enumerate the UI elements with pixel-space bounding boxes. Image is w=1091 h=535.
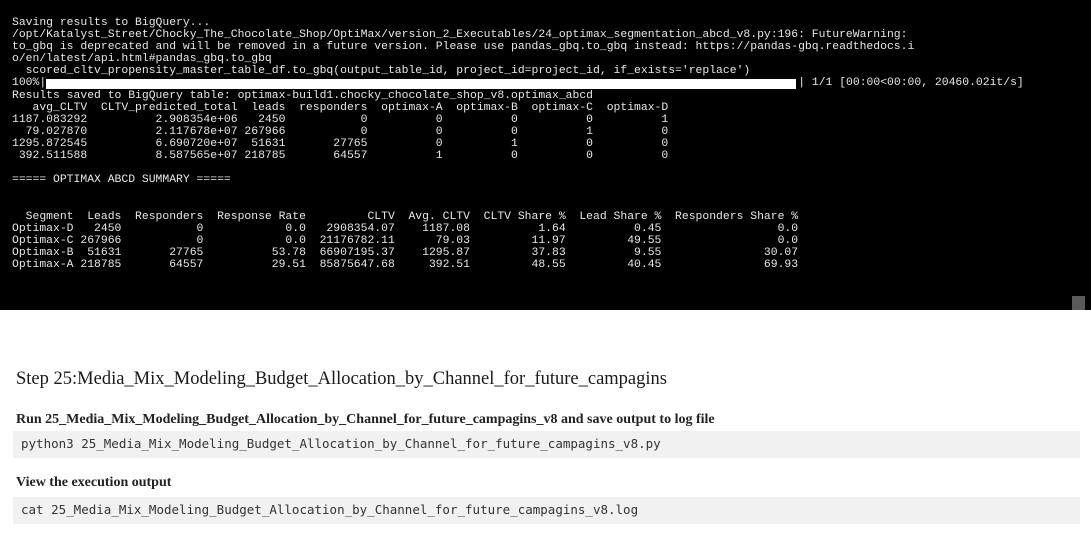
summary-row: Optimax-C 267966 0 0.0 21176782.11 79.03… [12, 234, 799, 247]
view-output-label: View the execution output [16, 475, 172, 490]
table-row: 1295.872545 6.690720e+07 51631 27765 0 1… [12, 137, 669, 150]
scrollbar-thumb[interactable] [1072, 296, 1085, 310]
run-instruction-label: Run 25_Media_Mix_Modeling_Budget_Allocat… [16, 412, 715, 427]
step-heading: Step 25:Media_Mix_Modeling_Budget_Alloca… [16, 369, 667, 389]
summary-row: Optimax-D 2450 0 0.0 2908354.07 1187.08 … [12, 222, 799, 235]
view-command-code[interactable]: cat 25_Media_Mix_Modeling_Budget_Allocat… [13, 497, 1080, 524]
terminal-line: Results saved to BigQuery table: optimax… [12, 89, 594, 102]
summary-title: ===== OPTIMAX ABCD SUMMARY ===== [12, 174, 231, 187]
summary-row: Optimax-A 218785 64557 29.51 85875647.68… [12, 258, 799, 271]
terminal-line: to_gbq is deprecated and will be removed… [12, 41, 915, 54]
progress-percent: 100%| [12, 77, 47, 90]
table-row: 392.511588 8.587565e+07 218785 64557 1 0… [12, 150, 669, 163]
terminal-line: Saving results to BigQuery... [12, 17, 211, 29]
terminal-line: /opt/Katalyst_Street/Chocky_The_Chocolat… [12, 29, 908, 42]
table-row: 1187.083292 2.908354e+06 2450 0 0 0 0 1 [12, 113, 669, 126]
progress-suffix: | 1/1 [00:00<00:00, 20460.02it/s] [798, 77, 1024, 90]
terminal-output: Saving results to BigQuery... /opt/Katal… [0, 0, 1091, 310]
progress-bar [46, 78, 797, 89]
table-row: 79.027870 2.117678e+07 267966 0 0 0 1 0 [12, 125, 669, 138]
progress-line: 100%| | 1/1 [00:00<00:00, 20460.02it/s] [12, 77, 1091, 89]
run-command-code[interactable]: python3 25_Media_Mix_Modeling_Budget_All… [13, 431, 1080, 458]
summary-row: Optimax-B 51631 27765 53.78 66907195.37 … [12, 246, 799, 259]
terminal-line: o/en/latest/api.html#pandas_gbq.to_gbq [12, 53, 272, 66]
terminal-line: scored_cltv_propensity_master_table_df.t… [12, 65, 751, 78]
table-header: avg_CLTV CLTV_predicted_total leads resp… [12, 101, 669, 114]
summary-header: Segment Leads Responders Response Rate C… [12, 210, 799, 223]
